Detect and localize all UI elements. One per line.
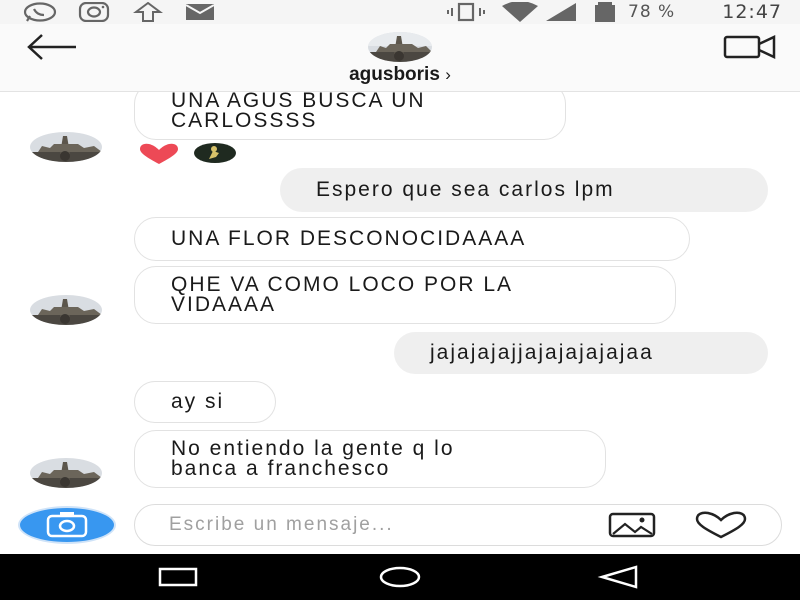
message-text: ay si: [171, 390, 225, 413]
message-bubble-incoming[interactable]: ay si: [134, 381, 276, 423]
back-icon[interactable]: [592, 562, 652, 592]
back-arrow-icon[interactable]: [24, 32, 80, 62]
message-bubble-incoming[interactable]: QHE VA COMO LOCO POR LA VIDAAAA: [134, 266, 676, 324]
upload-icon: [133, 2, 163, 22]
message-bubble-outgoing[interactable]: Espero que sea carlos lpm: [280, 168, 768, 212]
battery-icon: [595, 2, 615, 22]
instagram-icon: [78, 2, 110, 22]
sender-avatar[interactable]: [30, 132, 102, 162]
sticker-reaction-icon[interactable]: [192, 142, 238, 164]
camera-icon: [46, 512, 88, 538]
battery-percent: 78 %: [628, 2, 676, 22]
wifi-icon: [502, 2, 538, 22]
header-avatar[interactable]: [368, 32, 432, 62]
whatsapp-icon: [23, 2, 57, 22]
message-text: jajajajajjajajajajajaa: [430, 341, 654, 364]
message-text: Espero que sea carlos lpm: [316, 178, 615, 201]
username-text[interactable]: agusboris: [349, 64, 440, 85]
conversation-header: agusboris ›: [0, 24, 800, 92]
message-composer: [0, 496, 800, 554]
message-bubble-incoming[interactable]: UNA AGUS BUSCA UN CARLOSSSS: [134, 92, 566, 140]
message-input[interactable]: [169, 511, 589, 539]
mail-icon: [185, 4, 215, 20]
sender-avatar[interactable]: [30, 458, 102, 488]
sender-avatar[interactable]: [30, 295, 102, 325]
message-text: UNA FLOR DESCONOCIDAAAA: [171, 227, 527, 250]
heart-icon[interactable]: [693, 511, 749, 539]
system-navigation-bar: [0, 554, 800, 600]
video-call-icon[interactable]: [722, 34, 778, 60]
signal-icon: [546, 3, 576, 21]
camera-button[interactable]: [18, 506, 116, 544]
message-text: No entiendo la gente q lo banca a franch…: [171, 437, 455, 480]
gallery-icon[interactable]: [607, 511, 657, 539]
message-bubble-outgoing[interactable]: jajajajajjajajajajajaa: [394, 332, 768, 374]
message-text: QHE VA COMO LOCO POR LA VIDAAAA: [171, 273, 514, 316]
home-icon[interactable]: [370, 562, 430, 592]
clock: 12:47: [722, 1, 782, 23]
vibrate-icon: [447, 2, 485, 22]
message-bubble-incoming[interactable]: No entiendo la gente q lo banca a franch…: [134, 430, 606, 488]
recent-apps-icon[interactable]: [148, 562, 208, 592]
heart-reaction-icon[interactable]: [136, 142, 182, 166]
message-bubble-incoming[interactable]: UNA FLOR DESCONOCIDAAAA: [134, 217, 690, 261]
chevron-right-icon: ›: [445, 65, 451, 84]
chat-username[interactable]: agusboris ›: [0, 64, 800, 86]
message-text: UNA AGUS BUSCA UN CARLOSSSS: [171, 92, 426, 132]
status-bar: 78 % 12:47: [0, 0, 800, 24]
message-input-container: [134, 504, 782, 546]
message-thread[interactable]: UNA AGUS BUSCA UN CARLOSSSS Espero que s…: [0, 92, 800, 496]
